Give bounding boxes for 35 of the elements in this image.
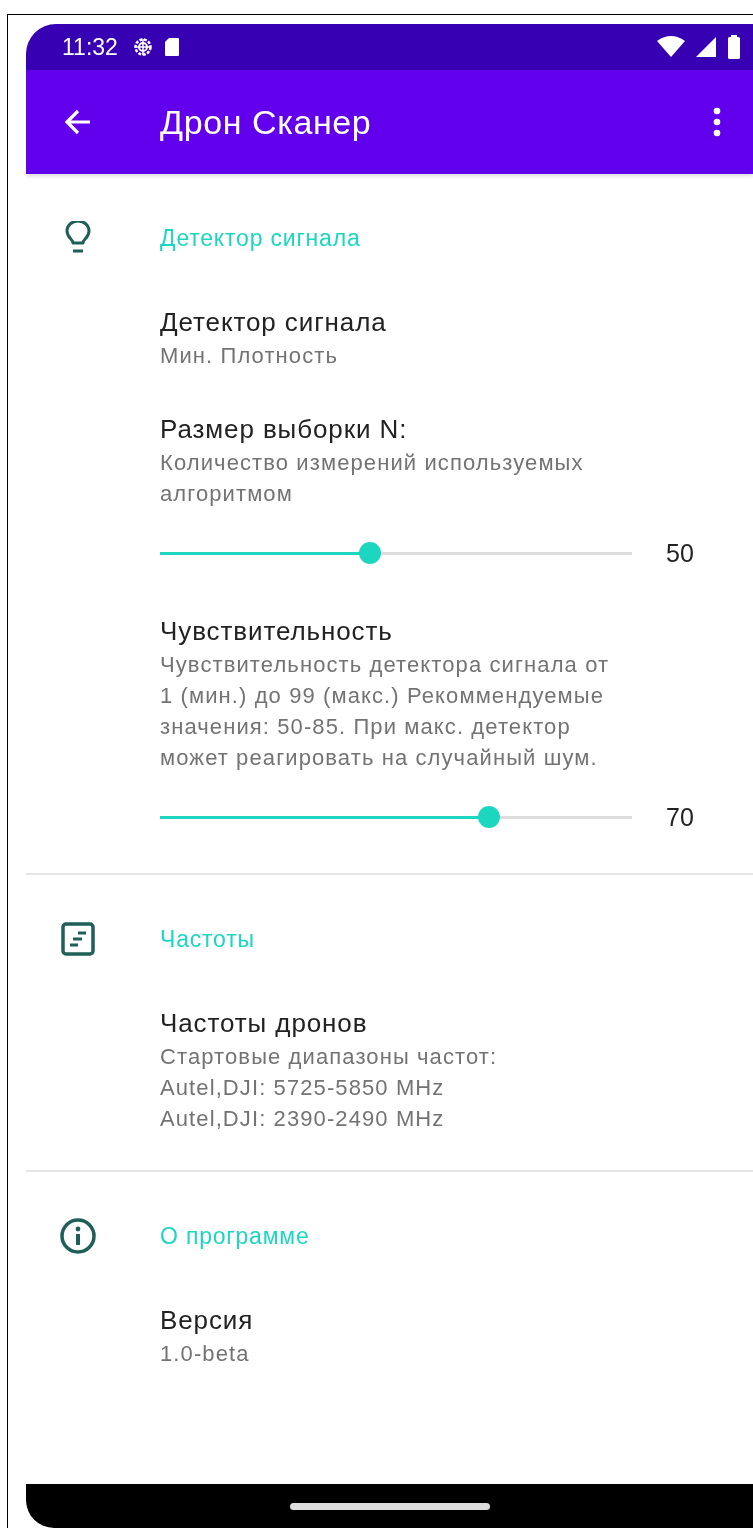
signal-icon — [695, 36, 717, 58]
gear-icon — [131, 36, 154, 58]
preference-summary: Стартовые диапазоны частот: — [160, 1043, 499, 1071]
preference-summary: 1 (мин.) до 99 (макс.) Рекоммендуемые — [160, 682, 606, 710]
more-vertical-icon — [713, 107, 721, 137]
preference-title: Детектор сигнала — [160, 306, 388, 339]
app-title: Дрон Сканер — [160, 102, 372, 142]
section-title: О программе — [160, 1222, 310, 1250]
preference-summary: алгоритмом — [160, 480, 294, 508]
lightbulb-icon — [65, 221, 91, 255]
preference-title: Версия — [160, 1304, 255, 1337]
preference-summary: Количество измерений используемых — [160, 449, 585, 477]
slider-value: 50 — [666, 538, 694, 568]
preference-summary: Чувствительность детектора сигнала от — [160, 651, 611, 679]
slider-thumb[interactable] — [359, 542, 382, 564]
preference-summary: может реагировать на случайный шум. — [160, 744, 599, 772]
preference-title: Размер выборки N: — [160, 413, 409, 446]
preference-summary: Autel,DJI: 5725-5850 MHz — [160, 1074, 446, 1102]
preference-summary: 1.0-beta — [160, 1340, 251, 1368]
info-icon — [59, 1217, 97, 1255]
slider-value: 70 — [666, 802, 694, 832]
section-title: Детектор сигнала — [160, 224, 361, 252]
home-indicator[interactable] — [289, 1502, 490, 1510]
sd-card-icon — [163, 37, 180, 57]
preference-title: Частоты дронов — [160, 1007, 369, 1040]
preference-summary: Autel,DJI: 2390-2490 MHz — [160, 1105, 446, 1133]
section-title: Частоты — [160, 925, 255, 953]
preference-summary: значения: 50-85. При макс. детектор — [160, 713, 572, 741]
status-time: 11:32 — [62, 33, 118, 61]
preference-summary: Мин. Плотность — [160, 342, 340, 370]
battery-icon — [727, 35, 741, 59]
wifi-icon — [657, 36, 685, 58]
slider-thumb[interactable] — [477, 806, 500, 828]
notes-icon — [61, 922, 95, 956]
preference-title: Чувствительность — [160, 615, 394, 648]
